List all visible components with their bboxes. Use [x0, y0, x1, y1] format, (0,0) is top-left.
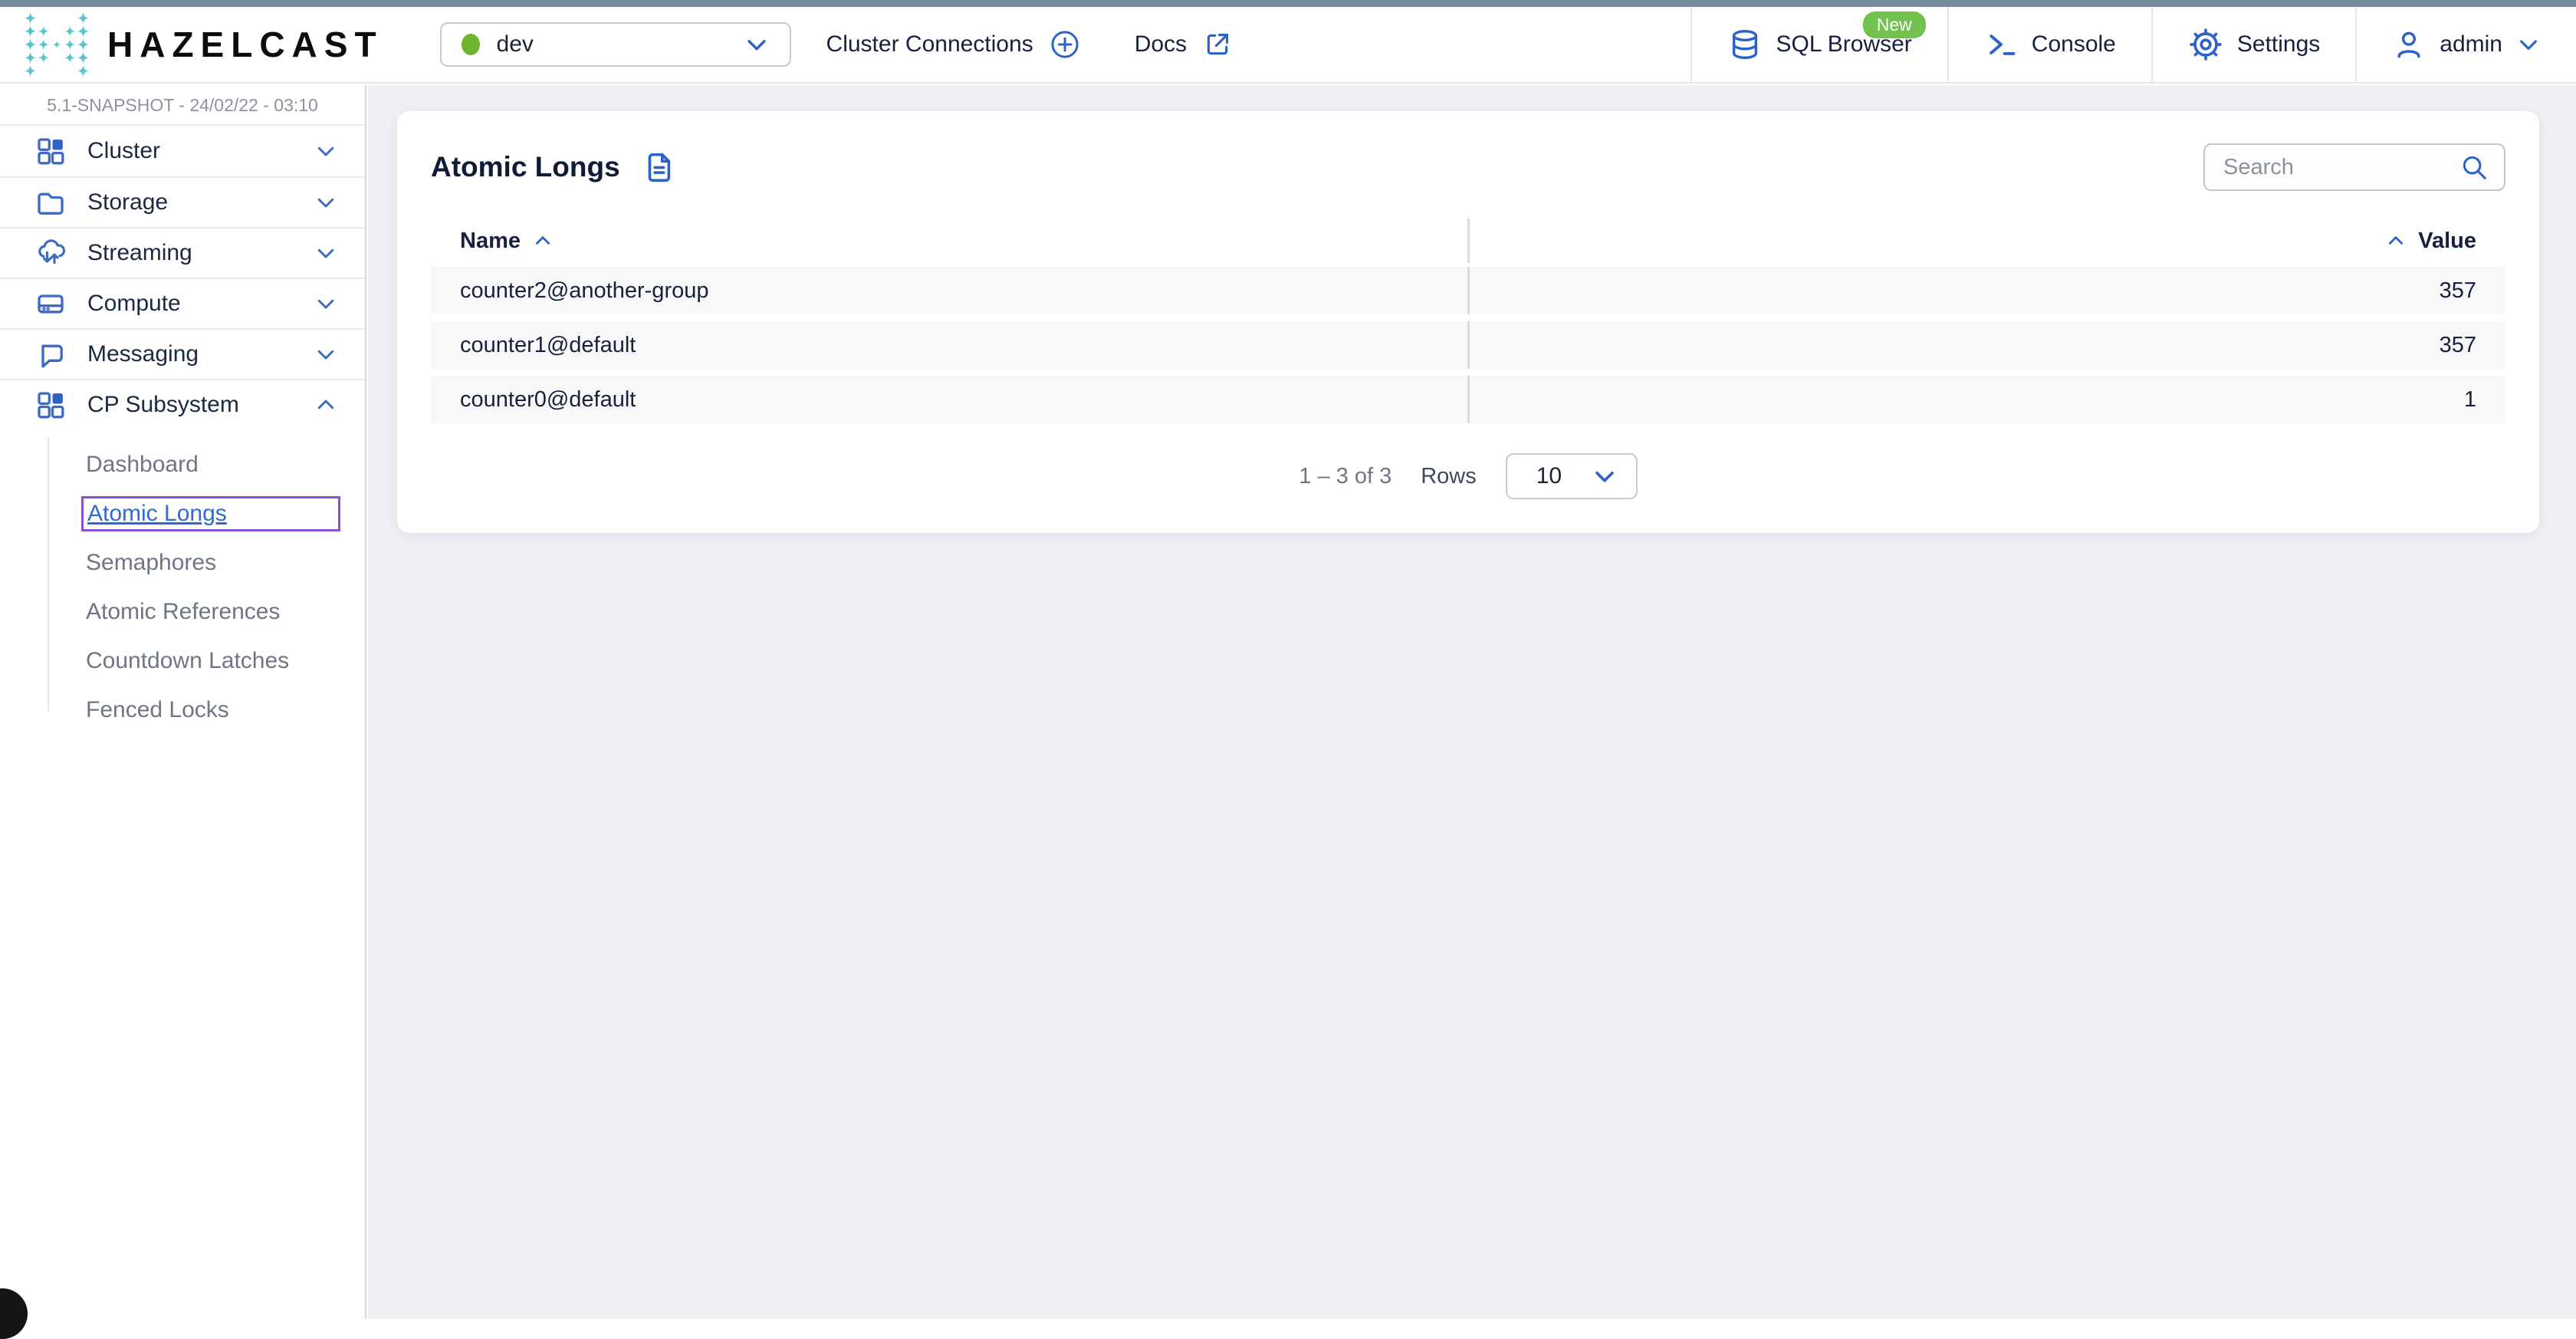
sidebar-item-streaming[interactable]: Streaming [0, 227, 365, 278]
cluster-status-dot [462, 34, 480, 55]
submenu-item-label: Atomic References [86, 599, 280, 625]
brand-text: HAZELCAST [107, 24, 383, 65]
active-item-focus-ring: Atomic Longs [81, 496, 340, 531]
sidebar-item-cp-subsystem[interactable]: CP Subsystem [0, 379, 365, 429]
storage-icon [35, 187, 66, 218]
page-title: Atomic Longs [431, 151, 620, 183]
submenu-item-label: Dashboard [86, 452, 199, 478]
submenu-item-dashboard[interactable]: Dashboard [0, 440, 365, 489]
chevron-down-icon [1592, 463, 1618, 489]
submenu-item-fenced-locks[interactable]: Fenced Locks [0, 686, 365, 735]
user-label: admin [2440, 31, 2502, 58]
column-header-name[interactable]: Name [431, 219, 1467, 263]
sidebar-item-storage[interactable]: Storage [0, 176, 365, 227]
new-badge: New [1863, 12, 1926, 38]
cluster-icon [35, 136, 66, 166]
chevron-up-icon [314, 393, 337, 416]
pagination: 1 – 3 of 3 Rows 10 [397, 430, 2539, 507]
sidebar-item-label: Messaging [87, 341, 199, 367]
pagination-range: 1 – 3 of 3 [1299, 464, 1392, 489]
console-icon [1984, 28, 2018, 61]
chevron-down-icon [314, 140, 337, 163]
add-icon [1049, 28, 1081, 61]
submenu-item-label: Countdown Latches [86, 648, 289, 674]
rows-per-page-label: Rows [1421, 464, 1477, 489]
cell-name: counter1@default [431, 321, 1467, 369]
sidebar-item-label: Cluster [87, 138, 160, 164]
settings-icon [2188, 27, 2223, 62]
column-header-label: Name [460, 229, 521, 254]
cp-subsystem-submenu: Dashboard Atomic Longs Semaphores Atomic… [0, 429, 365, 753]
cell-value: 357 [1467, 321, 2506, 369]
cluster-connections-label: Cluster Connections [826, 31, 1033, 58]
rows-per-page-select[interactable]: 10 [1506, 453, 1638, 499]
external-link-icon [1202, 29, 1233, 60]
cell-value: 1 [1467, 376, 2506, 423]
table-row: counter0@default 1 [431, 376, 2505, 423]
table-header-row: Name Value [431, 219, 2505, 263]
chevron-down-icon [744, 31, 770, 58]
user-menu[interactable]: admin [2355, 7, 2576, 82]
hazelcast-logo[interactable]: HAZELCAST [23, 7, 383, 82]
search-input[interactable] [2223, 155, 2459, 180]
streaming-icon [35, 238, 66, 268]
sidebar-item-messaging[interactable]: Messaging [0, 328, 365, 379]
sidebar-item-cluster[interactable]: Cluster [0, 126, 365, 176]
doc-page-icon[interactable] [640, 150, 675, 185]
sidebar-item-label: Storage [87, 189, 168, 215]
version-text: 5.1-SNAPSHOT - 24/02/22 - 03:10 [0, 85, 365, 126]
cluster-selector-value: dev [497, 31, 534, 58]
sidebar-item-label: CP Subsystem [87, 392, 239, 418]
sql-browser-button[interactable]: New SQL Browser [1691, 7, 1947, 82]
submenu-item-atomic-longs[interactable]: Atomic Longs [0, 489, 365, 538]
sql-browser-icon [1727, 27, 1763, 62]
submenu-item-label: Fenced Locks [86, 697, 229, 723]
cluster-connections-button[interactable]: Cluster Connections [826, 28, 1081, 61]
chevron-down-icon [314, 292, 337, 315]
main-content-area: Atomic Longs Name [368, 85, 2576, 1319]
submenu-item-label: Semaphores [86, 550, 216, 576]
search-icon[interactable] [2459, 153, 2489, 182]
sidebar-item-label: Compute [87, 291, 181, 317]
table-row: counter2@another-group 357 [431, 267, 2505, 314]
compute-icon [35, 288, 66, 319]
sidebar-item-label: Streaming [87, 240, 192, 266]
settings-label: Settings [2237, 31, 2320, 58]
user-icon [2392, 28, 2426, 61]
column-header-value[interactable]: Value [1467, 219, 2506, 263]
cell-name: counter0@default [431, 376, 1467, 423]
sort-asc-icon [533, 231, 553, 251]
cell-value: 357 [1467, 267, 2506, 314]
chevron-down-icon [314, 343, 337, 366]
docs-link[interactable]: Docs [1135, 29, 1233, 60]
sidebar: 5.1-SNAPSHOT - 24/02/22 - 03:10 Cluster … [0, 85, 366, 1319]
console-button[interactable]: Console [1947, 7, 2151, 82]
cluster-selector[interactable]: dev [440, 22, 791, 67]
sidebar-item-compute[interactable]: Compute [0, 278, 365, 328]
submenu-item-countdown-latches[interactable]: Countdown Latches [0, 637, 365, 686]
atomic-longs-table: Name Value counter2@another-group 357 co [397, 219, 2539, 423]
cp-subsystem-icon [35, 390, 66, 420]
window-top-strip [0, 0, 2576, 7]
submenu-indent-line [48, 437, 49, 712]
top-navigation-bar: HAZELCAST dev Cluster Connections Docs N… [0, 7, 2576, 84]
settings-button[interactable]: Settings [2151, 7, 2355, 82]
column-header-label: Value [2418, 229, 2476, 254]
submenu-item-label-active[interactable]: Atomic Longs [87, 501, 227, 527]
chevron-down-icon [314, 191, 337, 214]
table-row: counter1@default 357 [431, 321, 2505, 369]
search-box [2203, 143, 2505, 191]
submenu-item-atomic-references[interactable]: Atomic References [0, 587, 365, 637]
chevron-down-icon [2516, 32, 2541, 57]
logo-sparkle-h-icon [23, 11, 90, 78]
atomic-longs-card: Atomic Longs Name [397, 111, 2539, 533]
rows-per-page-value: 10 [1536, 463, 1562, 489]
submenu-item-semaphores[interactable]: Semaphores [0, 538, 365, 587]
chevron-down-icon [314, 242, 337, 265]
cell-name: counter2@another-group [431, 267, 1467, 314]
docs-label: Docs [1135, 31, 1187, 58]
sort-asc-icon [2386, 231, 2406, 251]
messaging-icon [35, 339, 66, 370]
console-label: Console [2032, 31, 2116, 58]
